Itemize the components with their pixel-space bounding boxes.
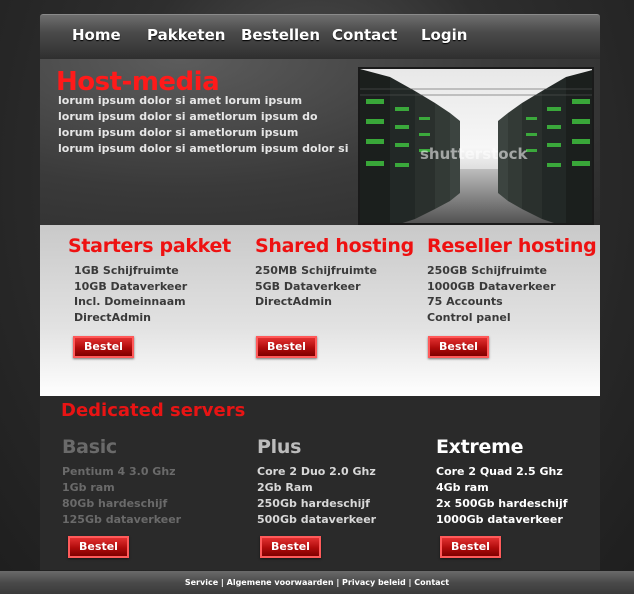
page-container: Home Pakketen Bestellen Contact Login Ho… [40,14,600,570]
tier-features: Core 2 Duo 2.0 Ghz 2Gb Ram 250Gb hardesc… [257,464,376,528]
package-shared: Shared hosting 250MB Schijfruimte 5GB Da… [255,235,414,310]
footer-link-service[interactable]: Service [185,578,218,587]
package-title: Starters pakket [68,235,231,257]
hero-text-line: lorum ipsum dolor si ametlorum ipsum dol… [58,142,349,155]
dedicated-servers-heading: Dedicated servers [61,400,246,421]
main-navigation: Home Pakketen Bestellen Contact Login [40,14,600,59]
feature-item: Control panel [427,310,511,324]
feature-item: 10GB Dataverkeer [74,279,188,293]
feature-item: 250GB Schijfruimte [427,264,548,277]
bestel-button-starters[interactable]: Bestel [73,336,134,358]
tier-feature-item: 2Gb Ram [257,481,313,494]
tier-name: Plus [257,436,302,458]
tier-feature-item: 500Gb dataverkeer [257,513,377,526]
tier-feature-item: Core 2 Duo 2.0 Ghz [257,465,376,478]
tier-basic: Basic Pentium 4 3.0 Ghz 1Gb ram 80Gb har… [62,436,181,528]
tier-name: Basic [62,436,117,458]
bestel-button-extreme[interactable]: Bestel [440,536,501,558]
tier-feature-item: 4Gb ram [436,481,489,494]
server-room-image: shutterstock [358,67,594,225]
bestel-button-plus[interactable]: Bestel [260,536,321,558]
tier-feature-item: 125Gb dataverkeer [62,513,182,526]
nav-pakketen[interactable]: Pakketen [147,26,225,44]
tier-features: Core 2 Quad 2.5 Ghz 4Gb ram 2x 500Gb har… [436,464,568,528]
footer-separator: | [336,578,340,587]
feature-item: 1GB Schijfruimte [74,264,179,277]
package-features: 250MB Schijfruimte 5GB Dataverkeer Direc… [255,263,414,310]
feature-item: DirectAdmin [74,310,152,324]
hero-text-line: lorum ipsum dolor si amet lorum ipsum [58,94,303,107]
hosting-packages-panel: Starters pakket 1GB Schijfruimte 10GB Da… [40,225,600,396]
footer-link-privacy[interactable]: Privacy beleid [342,578,406,587]
footer-link-algemene-voorwaarden[interactable]: Algemene voorwaarden [227,578,334,587]
bestel-button-basic[interactable]: Bestel [68,536,129,558]
tier-feature-item: 2x 500Gb hardeschijf [436,497,568,510]
package-title: Shared hosting [255,235,414,257]
image-watermark: shutterstock [420,145,528,163]
hero-section: Host-media lorum ipsum dolor si amet lor… [40,59,600,225]
bestel-button-reseller[interactable]: Bestel [428,336,489,358]
bestel-button-shared[interactable]: Bestel [256,336,317,358]
feature-item: 250MB Schijfruimte [255,264,377,277]
nav-contact[interactable]: Contact [332,26,397,44]
tier-feature-item: 1Gb ram [62,481,115,494]
footer-bar: Service | Algemene voorwaarden | Privacy… [0,571,634,594]
tier-feature-item: Pentium 4 3.0 Ghz [62,465,176,478]
tier-feature-item: 250Gb hardeschijf [257,497,370,510]
tier-feature-item: Core 2 Quad 2.5 Ghz [436,465,563,478]
hero-intro-text: lorum ipsum dolor si amet lorum ipsum lo… [58,93,358,157]
tier-plus: Plus Core 2 Duo 2.0 Ghz 2Gb Ram 250Gb ha… [257,436,376,528]
footer-link-contact[interactable]: Contact [414,578,449,587]
feature-item: DirectAdmin [255,295,333,308]
package-reseller: Reseller hosting 250GB Schijfruimte 1000… [427,235,597,325]
tier-feature-item: 80Gb hardeschijf [62,497,168,510]
nav-home[interactable]: Home [72,26,121,44]
feature-item: 1000GB Dataverkeer [427,279,556,293]
nav-login[interactable]: Login [421,26,467,44]
feature-item: 75 Accounts [427,295,503,308]
feature-item: 5GB Dataverkeer [255,279,361,293]
hero-text-line: lorum ipsum dolor si ametlorum ipsum do [58,110,318,123]
package-features: 1GB Schijfruimte 10GB Dataverkeer Incl. … [74,263,231,325]
tier-extreme: Extreme Core 2 Quad 2.5 Ghz 4Gb ram 2x 5… [436,436,568,528]
package-title: Reseller hosting [427,235,597,257]
tier-features: Pentium 4 3.0 Ghz 1Gb ram 80Gb hardeschi… [62,464,181,528]
feature-item: Incl. Domeinnaam [74,295,186,308]
hero-text-line: lorum ipsum dolor si ametlorum ipsum [58,126,299,139]
nav-bestellen[interactable]: Bestellen [241,26,320,44]
package-starters: Starters pakket 1GB Schijfruimte 10GB Da… [68,235,231,325]
package-features: 250GB Schijfruimte 1000GB Dataverkeer 75… [427,263,596,325]
tier-feature-item: 1000Gb dataverkeer [436,513,563,526]
tier-name: Extreme [436,436,524,458]
